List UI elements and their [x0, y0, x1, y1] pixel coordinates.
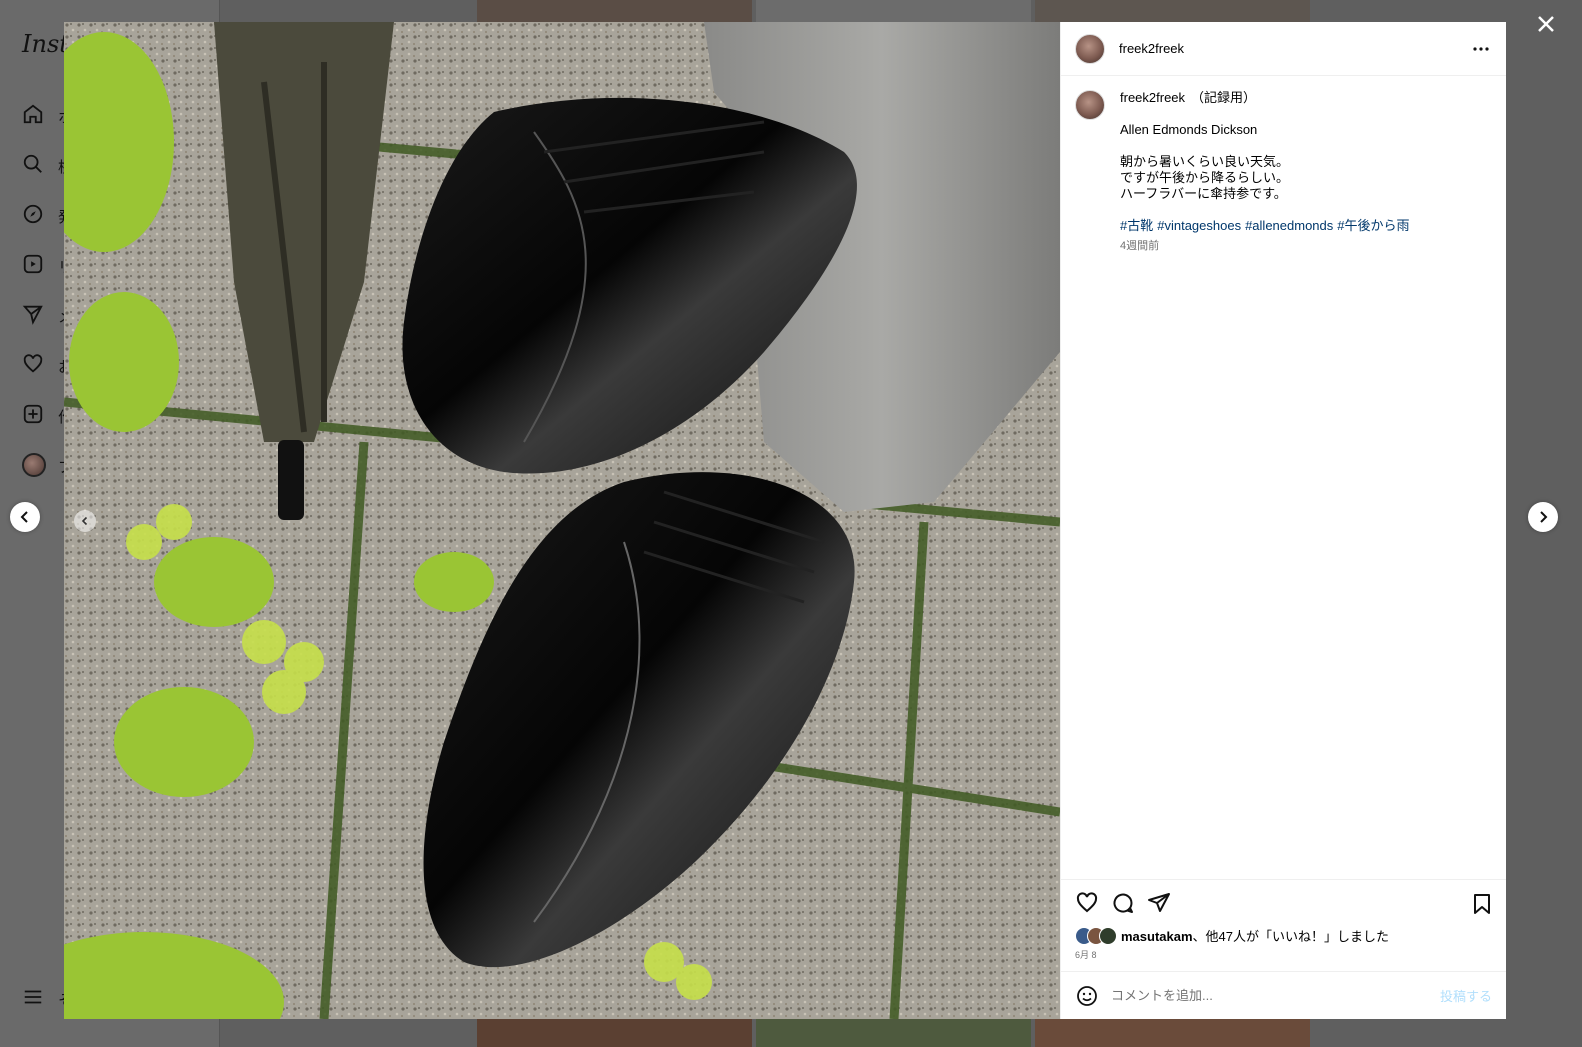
- likes-summary: masutakam、他47人が「いいね！」しました: [1075, 926, 1492, 945]
- like-heart-icon[interactable]: [1075, 891, 1099, 915]
- previous-post-button[interactable]: [10, 502, 40, 532]
- chevron-right-icon: [1540, 511, 1548, 523]
- home-icon: [23, 104, 43, 124]
- more-options-icon[interactable]: [1472, 40, 1490, 58]
- menu-icon: [24, 990, 42, 1004]
- post-caption: freek2freek （記録用） Allen Edmonds Dickson 朝…: [1061, 76, 1506, 879]
- post-header: freek2freek: [1061, 22, 1506, 76]
- background-grid-top: [477, 0, 1310, 22]
- hashtag-link[interactable]: #allenedmonds: [1245, 218, 1333, 233]
- bookmark-icon[interactable]: [1470, 892, 1494, 916]
- post-media: [64, 22, 1060, 1019]
- chevron-left-icon: [81, 516, 88, 526]
- comment-form: 投稿する: [1061, 971, 1506, 1019]
- next-post-button[interactable]: [1528, 502, 1558, 532]
- caption-line: Allen Edmonds Dickson: [1120, 122, 1258, 137]
- chevron-left-icon: [20, 511, 28, 523]
- caption-line: ハーフラバーに傘持参です。: [1120, 186, 1287, 201]
- carousel-prev-button[interactable]: [74, 510, 96, 532]
- messages-icon: [22, 305, 43, 325]
- hashtag-link[interactable]: #午後から雨: [1337, 218, 1409, 233]
- background-grid-bottom: [477, 1018, 1310, 1047]
- likes-count-text[interactable]: 、他47人が「いいね！」しました: [1193, 929, 1389, 944]
- share-icon[interactable]: [1147, 891, 1171, 915]
- reels-icon: [23, 254, 43, 274]
- post-comment-button[interactable]: 投稿する: [1440, 986, 1492, 1005]
- explore-icon: [23, 204, 43, 224]
- emoji-icon[interactable]: [1075, 984, 1099, 1008]
- caption-timestamp[interactable]: 4週間前: [1120, 238, 1414, 254]
- profile-avatar: [22, 453, 46, 477]
- create-icon: [23, 404, 43, 424]
- close-icon[interactable]: [1534, 12, 1558, 36]
- post-actions: masutakam、他47人が「いいね！」しました 6月 8: [1061, 879, 1506, 971]
- post-modal: freek2freek freek2freek （記録用） Allen Edmon…: [64, 22, 1506, 1019]
- hashtag-list: #古靴 #vintageshoes #allenedmonds #午後から雨: [1120, 218, 1414, 234]
- avatar[interactable]: [1075, 33, 1105, 64]
- hashtag-link[interactable]: #vintageshoes: [1157, 218, 1241, 233]
- search-icon: [23, 154, 42, 173]
- post-date: 6月 8: [1075, 950, 1097, 960]
- avatar[interactable]: [1075, 90, 1105, 120]
- comment-icon[interactable]: [1111, 891, 1135, 915]
- post-photo: [64, 22, 1060, 1019]
- heart-icon: [23, 354, 43, 373]
- caption-username[interactable]: freek2freek: [1120, 90, 1185, 105]
- comment-input[interactable]: [1111, 988, 1411, 1003]
- hashtag-link[interactable]: #古靴: [1120, 218, 1153, 233]
- liker-username[interactable]: masutakam: [1121, 929, 1193, 944]
- caption-line: ですが午後から降るらしい。: [1120, 170, 1290, 185]
- caption-line: 朝から暑いくらい良い天気。: [1120, 154, 1290, 169]
- post-username[interactable]: freek2freek: [1119, 41, 1184, 56]
- caption-title: （記録用）: [1191, 90, 1257, 105]
- liker-avatars[interactable]: [1075, 926, 1119, 945]
- post-side-panel: freek2freek freek2freek （記録用） Allen Edmon…: [1060, 22, 1506, 1019]
